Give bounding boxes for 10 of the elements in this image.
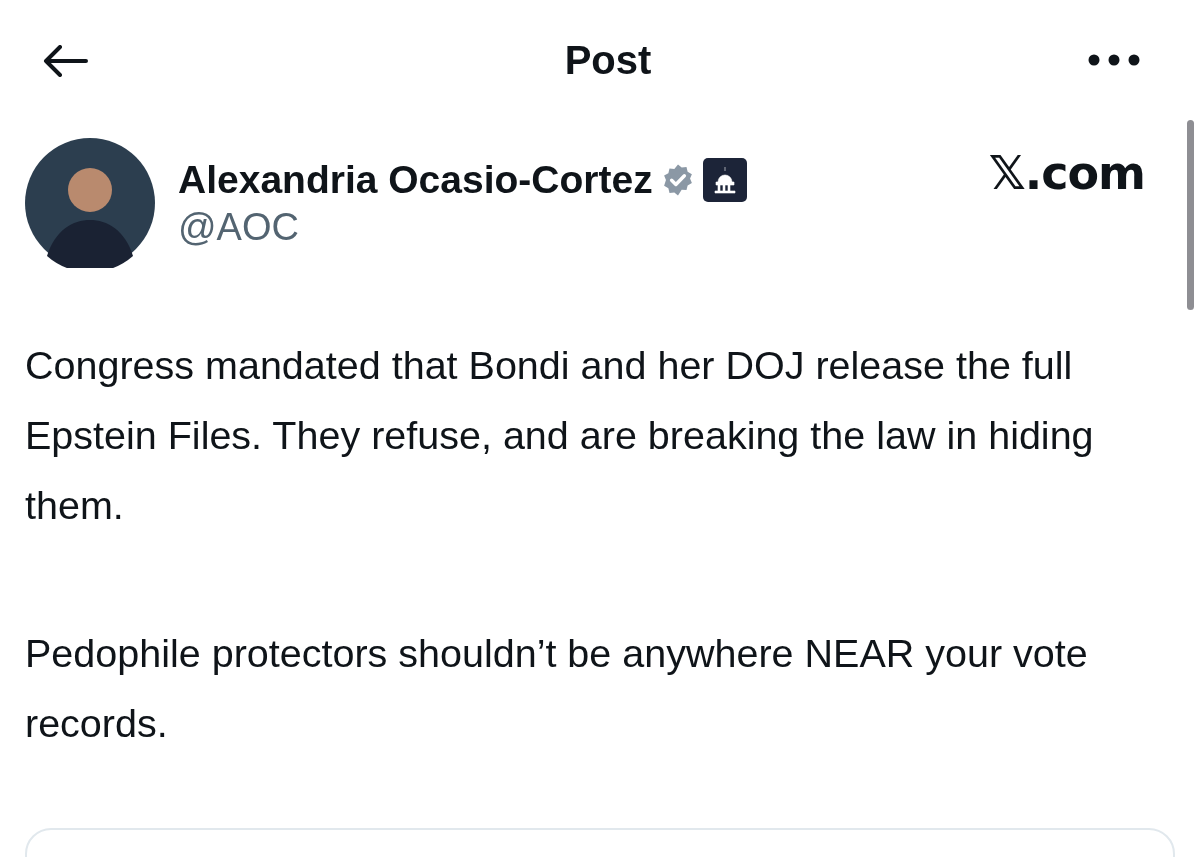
more-icon[interactable] [1088,54,1140,66]
post-text: Congress mandated that Bondi and her DOJ release the full Epstein Files. They refuse, and are breaking the law in hiding them. [25,342,1095,529]
avatar[interactable] [25,138,155,268]
post-text: Pedophile protectors shouldn’t be anywhere NEAR your vote records. [25,630,1089,747]
back-icon[interactable] [42,45,88,77]
author-handle[interactable]: @AOC [178,205,747,249]
source-label: 𝕏.com [988,146,1145,200]
capitol-dome-icon [702,157,747,202]
author-name[interactable]: Alexandria Ocasio-Cortez [178,157,653,202]
page-title: Post [564,37,652,83]
